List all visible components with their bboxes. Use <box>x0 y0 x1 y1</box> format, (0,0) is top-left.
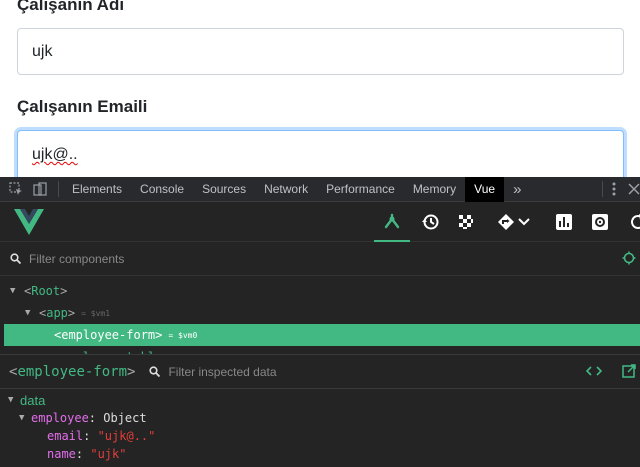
vm-reference: = $vm0 <box>168 330 198 340</box>
more-tabs-button[interactable]: » <box>504 177 530 202</box>
code-inspect-icon[interactable] <box>586 365 602 377</box>
devtools-panel: Elements Console Sources Network Perform… <box>0 177 640 467</box>
tree-node-root[interactable]: ▼ < Root > <box>0 280 640 302</box>
name-key: name <box>47 447 76 461</box>
name-value[interactable]: "ujk" <box>90 447 126 461</box>
tab-sources[interactable]: Sources <box>193 177 255 202</box>
employee-name-input[interactable]: ujk <box>17 28 624 75</box>
routing-dropdown-icon[interactable] <box>490 202 538 242</box>
inspector-header: <employee-form> Filter inspected data <box>0 354 640 388</box>
tab-memory[interactable]: Memory <box>404 177 465 202</box>
employee-key: employee <box>31 411 89 425</box>
employee-email-input[interactable]: ujk@.. <box>17 130 624 177</box>
open-in-editor-icon[interactable] <box>622 364 636 378</box>
filter-components-row: Filter components <box>0 242 640 276</box>
inspect-element-icon[interactable] <box>8 181 24 197</box>
employee-email-value: ujk@.. <box>32 146 78 163</box>
components-tab-icon[interactable] <box>374 202 410 242</box>
employee-type: Object <box>103 411 147 425</box>
employee-object-row[interactable]: ▼ employee: Object <box>0 409 640 427</box>
expand-arrow-icon[interactable]: ▼ <box>10 286 24 296</box>
tree-node-label: employee-form <box>61 328 156 342</box>
tab-elements[interactable]: Elements <box>63 177 131 202</box>
email-property-row[interactable]: email: "ujk@.." <box>0 427 640 445</box>
expand-arrow-icon[interactable]: ▼ <box>25 308 39 318</box>
filter-components-input[interactable]: Filter components <box>29 252 124 266</box>
vm-reference: = $vm1 <box>81 308 111 318</box>
vue-devtools-toolbar <box>0 202 640 242</box>
filter-inspected-data-input[interactable]: Filter inspected data <box>168 365 276 379</box>
employee-name-label: Çalışanın Adı <box>17 0 125 14</box>
email-key: email <box>47 429 84 443</box>
tab-performance[interactable]: Performance <box>317 177 404 202</box>
component-tree: ▼ < Root > ▼ < app > = $vm1 < employee-form > … <box>0 276 640 354</box>
tree-node-employee-form[interactable]: < employee-form > = $vm0 <box>4 324 640 346</box>
inspector-data-pane: ▼ data ▼ employee: Object email: "ujk@..… <box>0 388 640 463</box>
expand-arrow-icon[interactable]: ▼ <box>19 413 31 423</box>
refresh-icon[interactable] <box>620 202 640 242</box>
tree-node-label: app <box>46 306 68 320</box>
employee-form-page: Çalışanın Adı ujk Çalışanın Emaili ujk@.… <box>0 0 640 177</box>
settings-gear-icon[interactable] <box>582 202 618 242</box>
tree-node-employee-table[interactable]: <employee-table> <box>0 346 640 354</box>
data-section-label: data <box>20 392 46 408</box>
tab-vue[interactable]: Vue <box>465 177 505 202</box>
name-property-row[interactable]: name: "ujk" <box>0 445 640 463</box>
search-icon <box>149 366 161 377</box>
expand-arrow-icon[interactable]: ▼ <box>8 395 20 405</box>
kebab-menu-icon[interactable] <box>606 181 622 197</box>
email-value[interactable]: "ujk@.." <box>98 429 156 443</box>
tree-node-label: Root <box>31 284 61 298</box>
search-icon <box>10 253 21 264</box>
tree-node-app[interactable]: ▼ < app > = $vm1 <box>0 302 640 324</box>
inspected-component-name: <employee-form> <box>9 363 136 380</box>
tab-console[interactable]: Console <box>131 177 193 202</box>
tab-separator <box>602 181 603 197</box>
vue-logo-icon <box>14 209 44 240</box>
performance-chart-icon[interactable] <box>546 202 582 242</box>
tab-network[interactable]: Network <box>255 177 317 202</box>
device-toolbar-icon[interactable] <box>32 181 48 197</box>
data-section-row[interactable]: ▼ data <box>0 391 640 409</box>
timeline-history-icon[interactable] <box>412 202 448 242</box>
devtools-tab-bar: Elements Console Sources Network Perform… <box>0 177 640 202</box>
close-devtools-icon[interactable] <box>626 181 640 197</box>
tab-separator <box>58 181 59 197</box>
employee-name-value: ujk <box>32 42 53 60</box>
vuex-checker-icon[interactable] <box>448 202 484 242</box>
employee-email-label: Çalışanın Emaili <box>17 97 148 116</box>
select-component-target-icon[interactable] <box>622 251 636 265</box>
